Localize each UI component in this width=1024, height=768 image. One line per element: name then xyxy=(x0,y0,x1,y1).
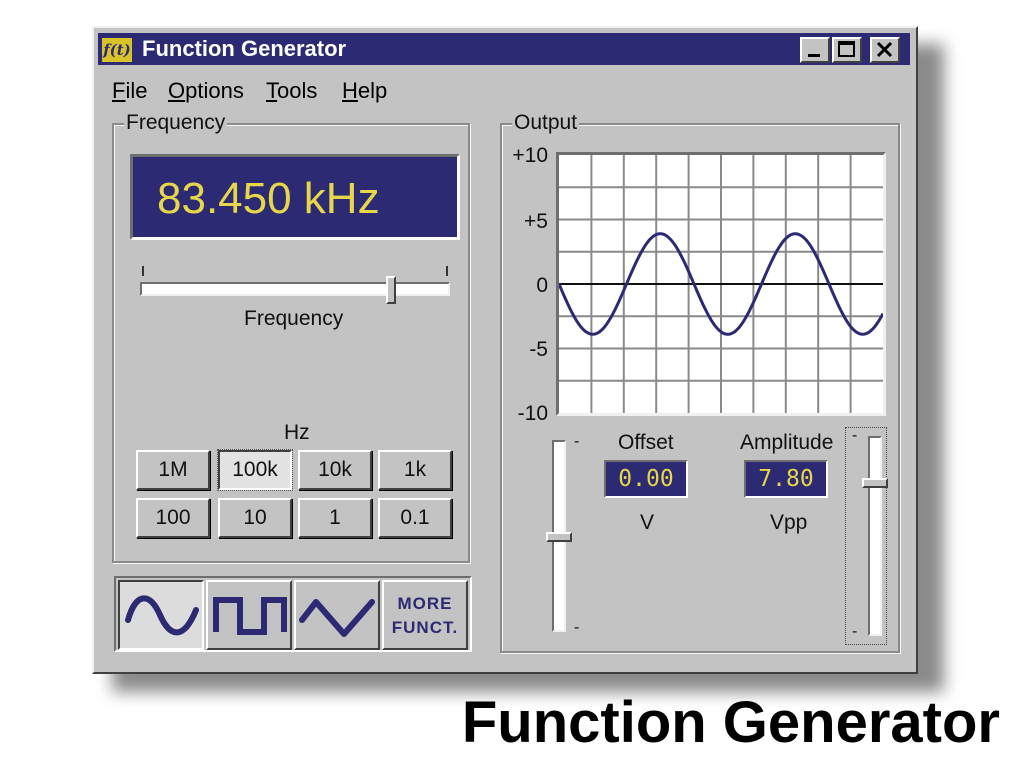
maximize-icon xyxy=(838,41,855,57)
y-tick-label: -5 xyxy=(529,338,548,361)
menu-help-mnemonic: H xyxy=(342,78,358,103)
range-button-1[interactable]: 1 xyxy=(298,498,372,538)
offset-readout: 0.00 xyxy=(604,460,688,498)
frequency-display-value: 83.450 kHz xyxy=(157,174,380,223)
menu-help-rest: elp xyxy=(357,78,388,103)
offset-slider-min-mark: - xyxy=(574,619,580,636)
range-button-10k[interactable]: 10k xyxy=(298,450,372,490)
square-wave-icon xyxy=(213,597,287,635)
menu-file[interactable]: File xyxy=(112,76,147,106)
amplitude-slider-thumb[interactable] xyxy=(862,478,888,489)
offset-label: Offset xyxy=(618,431,674,454)
menu-file-mnemonic: F xyxy=(112,78,126,103)
app-icon: f(t) xyxy=(102,38,132,62)
sine-wave-icon xyxy=(125,595,199,636)
more-functions-label: MORE FUNCT. xyxy=(384,592,466,640)
more-functions-line2: FUNCT. xyxy=(391,618,459,637)
caption-title: Function Generator xyxy=(461,690,1000,755)
minimize-icon xyxy=(808,54,820,57)
square-wave-button[interactable] xyxy=(206,580,292,650)
offset-slider-thumb[interactable] xyxy=(546,532,572,542)
sine-wave-button[interactable] xyxy=(118,580,204,650)
units-label: Hz xyxy=(284,421,310,444)
y-tick-label: +10 xyxy=(512,144,548,167)
menu-tools-rest: ools xyxy=(277,78,318,103)
frequency-slider-label: Frequency xyxy=(244,307,344,330)
range-button-100k[interactable]: 100k xyxy=(217,449,293,491)
more-functions-button[interactable]: MORE FUNCT. xyxy=(382,580,468,650)
y-tick-label: 0 xyxy=(536,274,548,297)
offset-slider-max-mark: - xyxy=(574,433,580,450)
menu-options-mnemonic: O xyxy=(168,78,186,103)
title-bar[interactable]: f(t) Function Generator xyxy=(98,33,910,65)
range-button-1k[interactable]: 1k xyxy=(378,450,452,490)
amplitude-readout: 7.80 xyxy=(744,460,828,498)
scope-plot xyxy=(557,155,885,413)
menu-options[interactable]: Options xyxy=(168,76,244,106)
window-title: Function Generator xyxy=(142,36,347,61)
frequency-group-label: Frequency xyxy=(124,110,228,136)
amplitude-slider-min-mark: - xyxy=(852,623,858,640)
range-button-100[interactable]: 100 xyxy=(136,498,210,538)
minimize-button[interactable] xyxy=(800,37,830,63)
frequency-slider-track[interactable] xyxy=(140,282,450,296)
menu-file-rest: ile xyxy=(125,78,148,103)
amplitude-unit: Vpp xyxy=(770,511,808,534)
slider-tick-max xyxy=(446,266,448,276)
more-functions-line1: MORE xyxy=(397,594,453,613)
menu-tools[interactable]: Tools xyxy=(266,76,317,106)
y-tick-label: -10 xyxy=(517,402,548,425)
output-group-label: Output xyxy=(512,110,580,136)
slider-tick-min xyxy=(142,266,144,276)
triangle-wave-button[interactable] xyxy=(294,580,380,650)
waveform-selector: MORE FUNCT. xyxy=(114,576,472,652)
frequency-slider-thumb[interactable] xyxy=(386,276,396,304)
triangle-wave-icon xyxy=(299,599,375,637)
amplitude-slider-max-mark: - xyxy=(852,427,858,444)
menu-help[interactable]: Help xyxy=(342,76,387,106)
maximize-button[interactable] xyxy=(832,37,862,63)
frequency-display: 83.450 kHz xyxy=(130,154,460,240)
amplitude-label: Amplitude xyxy=(740,431,834,454)
range-button-0-1[interactable]: 0.1 xyxy=(378,498,452,538)
offset-unit: V xyxy=(640,511,655,534)
close-icon xyxy=(876,41,893,58)
menu-tools-mnemonic: T xyxy=(266,78,277,103)
amplitude-slider-track[interactable] xyxy=(868,436,882,636)
output-scope xyxy=(556,152,886,416)
menu-options-rest: ptions xyxy=(185,78,244,103)
range-button-1m[interactable]: 1M xyxy=(136,450,210,490)
function-generator-window: f(t) Function Generator File Options Too… xyxy=(92,26,918,674)
y-tick-label: +5 xyxy=(524,210,548,233)
close-button[interactable] xyxy=(870,37,900,63)
range-button-10[interactable]: 10 xyxy=(218,498,292,538)
